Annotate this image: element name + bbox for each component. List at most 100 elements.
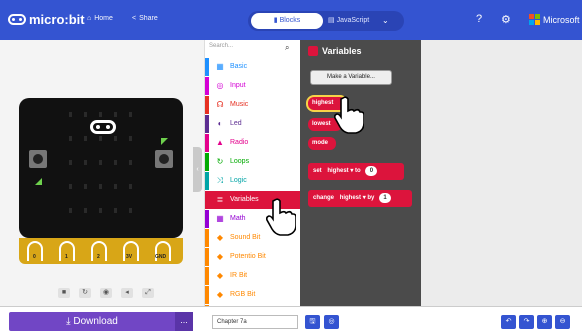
download-button[interactable]: ⤓ Download <box>9 312 175 331</box>
toolbox-category-loops[interactable]: ↻ Loops <box>205 153 300 171</box>
project-name-input[interactable]: Chapter 7a <box>212 315 298 329</box>
toolbox: Search... ⌕ ▦ Basic ◎ Input ☊ Music ◐ Led ▲ Radio… <box>204 40 300 306</box>
arrow-left-icon <box>35 178 42 185</box>
flyout-title: Variables <box>322 46 362 56</box>
led <box>84 136 87 141</box>
led <box>99 208 102 213</box>
undo-icon[interactable]: ↶ <box>501 315 516 329</box>
target-icon: ◎ <box>216 81 224 90</box>
help-icon[interactable]: ? <box>476 13 482 25</box>
toolbox-search-input[interactable]: Search... <box>209 43 297 55</box>
microsoft-label: Microsoft <box>543 15 580 25</box>
toolbox-category-rgb-bit[interactable]: ◆ RGB Bit <box>205 286 300 304</box>
hand-cursor-icon <box>266 198 296 236</box>
led <box>69 184 72 189</box>
face-logo-icon <box>90 120 116 134</box>
led <box>114 136 117 141</box>
javascript-mode-label: JavaScript <box>336 17 370 24</box>
bottom-bar: ⤓ Download ... Chapter 7a 🖫 ◎ ↶ ↷ ⊕ ⊖ <box>0 306 582 331</box>
mute-icon[interactable]: ◂ <box>121 288 133 298</box>
headphones-icon: ☊ <box>216 100 224 109</box>
category-color-bar <box>205 58 209 76</box>
led <box>114 184 117 189</box>
toolbox-category-potentio-bit[interactable]: ◆ Potentio Bit <box>205 248 300 266</box>
home-icon: ⌂ <box>87 15 92 22</box>
toolbox-category-basic[interactable]: ▦ Basic <box>205 58 300 76</box>
blocks-mode-label: Blocks <box>279 17 301 24</box>
microsoft-logo-icon[interactable] <box>529 14 540 25</box>
stop-icon[interactable]: ■ <box>58 288 70 298</box>
led <box>69 112 72 117</box>
set-variable-block[interactable]: set highest ▾ to 0 <box>308 163 404 180</box>
download-more-button[interactable]: ... <box>175 312 193 331</box>
change-by-label: by <box>367 195 375 201</box>
set-value-input[interactable]: 0 <box>365 166 378 176</box>
category-color-bar <box>205 115 209 133</box>
led <box>129 136 132 141</box>
led <box>84 112 87 117</box>
category-label: Led <box>230 120 242 127</box>
toolbox-category-input[interactable]: ◎ Input <box>205 77 300 95</box>
led <box>129 208 132 213</box>
variables-flyout: Variables Make a Variable... highest low… <box>300 40 421 306</box>
zoom-in-icon[interactable]: ⊕ <box>537 315 552 329</box>
button-a[interactable] <box>29 150 47 168</box>
signal-icon: ▲ <box>216 138 224 147</box>
save-icon[interactable]: 🖫 <box>305 315 320 329</box>
simulator-controls: ■ ↻ ◉ ◂ ⤢ <box>58 288 154 298</box>
category-color-bar <box>205 210 209 228</box>
potentiometer-icon: ◆ <box>216 252 224 261</box>
change-variable-block[interactable]: change highest ▾ by 1 <box>308 190 412 207</box>
led <box>99 160 102 165</box>
pin-label: GND <box>155 254 167 260</box>
led <box>84 208 87 213</box>
category-color-bar <box>205 172 209 190</box>
make-variable-button[interactable]: Make a Variable... <box>310 70 392 85</box>
led <box>69 136 72 141</box>
toolbox-category-radio[interactable]: ▲ Radio <box>205 134 300 152</box>
microbit-logo[interactable]: micro:bit <box>8 12 85 27</box>
chevron-down-icon[interactable]: ⌄ <box>382 16 389 25</box>
blocks-mode-button[interactable]: ▮ Blocks <box>251 13 323 29</box>
category-label: Potentio Bit <box>230 253 266 260</box>
category-color-bar <box>205 77 209 95</box>
gear-icon[interactable]: ⚙ <box>501 13 511 26</box>
led <box>129 112 132 117</box>
set-var-name: highest <box>327 168 349 174</box>
category-label: Input <box>230 82 246 89</box>
category-color-bar <box>205 229 209 247</box>
variable-block-mode[interactable]: mode <box>308 137 336 150</box>
change-value-input[interactable]: 1 <box>379 193 392 203</box>
restart-icon[interactable]: ↻ <box>79 288 91 298</box>
list-icon: ≣ <box>216 195 224 204</box>
home-button[interactable]: ⌂ Home <box>87 15 113 22</box>
collapse-simulator-tab[interactable]: ‹ <box>193 147 202 192</box>
category-label: Music <box>230 101 249 108</box>
category-label: IR Bit <box>230 272 248 279</box>
category-color-bar <box>205 191 209 209</box>
toolbox-category-music[interactable]: ☊ Music <box>205 96 300 114</box>
simulator-panel: 0 1 2 3V GND ■ ↻ ◉ ◂ ⤢ <box>0 40 197 306</box>
toolbox-category-logic[interactable]: ⤨ Logic <box>205 172 300 190</box>
pin-label: 0 <box>33 254 36 260</box>
toggle-icon: ◐ <box>217 119 223 128</box>
share-label: Share <box>139 15 158 22</box>
zoom-out-icon[interactable]: ⊖ <box>555 315 570 329</box>
toolbox-category-ir-bit[interactable]: ◆ IR Bit <box>205 267 300 285</box>
category-label: Variables <box>230 196 259 203</box>
fullscreen-icon[interactable]: ⤢ <box>142 288 154 298</box>
microbit-simulator-board[interactable]: 0 1 2 3V GND <box>19 98 183 264</box>
toolbox-category-led[interactable]: ◐ Led <box>205 115 300 133</box>
javascript-mode-button[interactable]: ▤ JavaScript <box>328 13 378 29</box>
category-color-bar <box>205 153 209 171</box>
github-icon[interactable]: ◎ <box>324 315 339 329</box>
variables-icon <box>308 46 318 56</box>
share-button[interactable]: < Share <box>132 15 158 22</box>
blocks-workspace[interactable] <box>421 40 582 306</box>
category-label: Math <box>230 215 246 222</box>
button-b[interactable] <box>155 150 173 168</box>
led <box>69 160 72 165</box>
redo-icon[interactable]: ↷ <box>519 315 534 329</box>
search-icon[interactable]: ⌕ <box>285 43 289 53</box>
slowmo-icon[interactable]: ◉ <box>100 288 112 298</box>
